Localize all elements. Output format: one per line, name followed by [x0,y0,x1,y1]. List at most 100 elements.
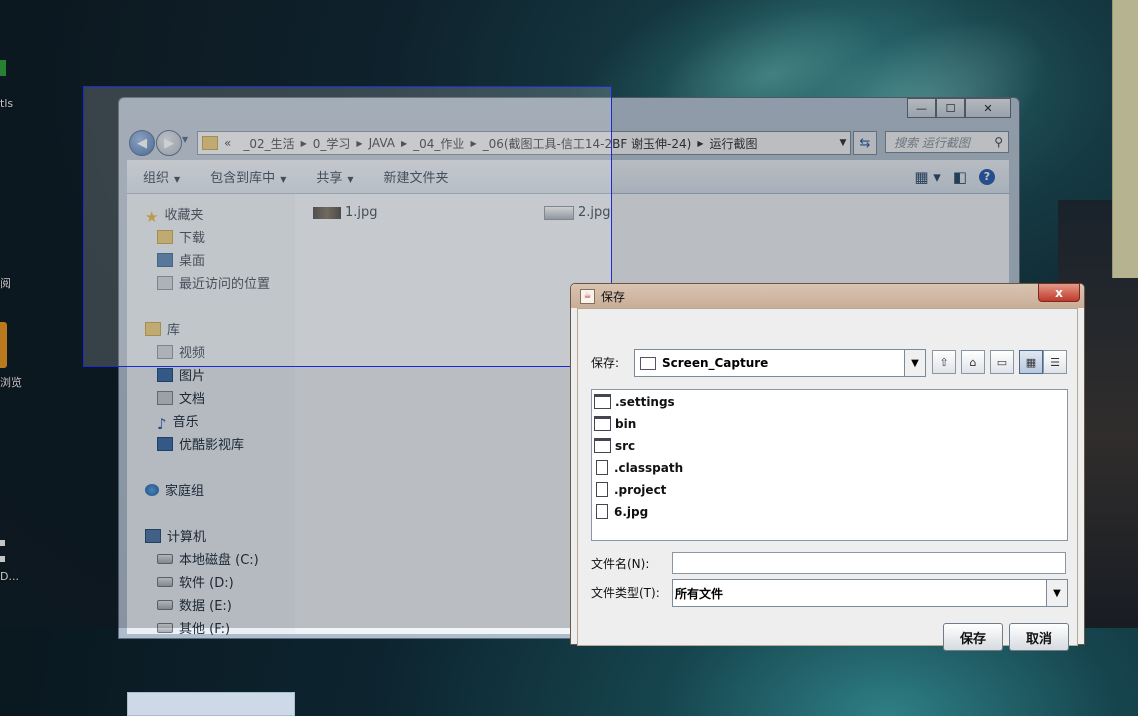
new-folder-button[interactable]: ▭ [990,350,1014,374]
sidebar-item-label: 图片 [179,369,206,384]
file-icon [596,482,608,497]
sidebar-item-drive-c[interactable]: 本地磁盘 (C:) [157,549,259,568]
filename-label: 文件名(N): [591,557,650,571]
desktop-icon[interactable] [0,540,5,546]
sidebar-item-label: 家庭组 [165,484,205,499]
help-icon[interactable]: ? [979,168,995,185]
home-icon: ⌂ [969,355,977,369]
item-name: bin [615,416,637,431]
sidebar-item-label: 优酷影视库 [179,438,245,453]
file-icon [596,460,608,475]
music-note-icon: ♪ [157,414,167,433]
sidebar-item-documents[interactable]: 文档 [157,388,205,407]
close-button[interactable]: ✕ [965,98,1011,118]
folder-icon [594,438,611,453]
list-item-file[interactable]: .project [594,482,666,497]
desktop-browser-icon[interactable] [0,322,7,368]
list-item-folder[interactable]: bin [594,416,636,431]
file-icon [596,504,608,519]
preview-pane-icon[interactable]: ◧ [953,168,967,186]
save-dialog: ☕ 保存 x 保存: Screen_Capture ▼ ⇧ ⌂ ▭ ▦ ☰ .s… [570,283,1085,651]
list-item-file[interactable]: .classpath [594,460,683,475]
selected-highlight [127,692,295,716]
address-dropdown-icon[interactable]: ▼ [836,138,850,148]
sidebar-item-drive-e[interactable]: 数据 (E:) [157,595,232,614]
view-options-icon[interactable]: ▦ ▾ [914,168,940,186]
desktop-icon-label[interactable]: 浏览 [0,374,22,390]
desktop-app-icon[interactable] [0,60,6,76]
item-name: .classpath [614,460,684,475]
desktop-icon-label[interactable]: 阅 [0,275,11,291]
desktop-icon[interactable] [0,556,5,562]
item-name: .project [614,482,667,497]
up-folder-icon: ⇧ [939,355,949,369]
folder-icon [640,356,656,370]
sidebar-item-label: 音乐 [172,415,199,430]
window-controls: — ☐ ✕ [907,98,1011,118]
sidebar-item-label: 本地磁盘 (C:) [179,553,259,568]
up-one-level-button[interactable]: ⇧ [932,350,956,374]
computer-icon [145,528,161,543]
dialog-title: 保存 [601,289,626,304]
details-view-button[interactable]: ☰ [1043,350,1067,374]
view-controls: ▦ ▾ ◧ ? [914,168,1009,186]
filetype-combobox[interactable]: 所有文件 ▼ [672,579,1068,607]
list-item-folder[interactable]: .settings [594,394,675,409]
refresh-icon: ⇆ [859,135,871,151]
item-name: src [615,438,636,453]
save-in-label: 保存: [591,356,620,370]
list-view-button[interactable]: ▦ [1019,350,1043,374]
drive-icon [157,599,173,610]
sidebar-item-youku[interactable]: 优酷影视库 [157,434,244,453]
homegroup-icon [145,483,159,496]
list-view-icon: ▦ [1025,355,1037,369]
breadcrumb-item-current[interactable]: 运行截图 [710,135,758,152]
sidebar-item-drive-d[interactable]: 软件 (D:) [157,572,234,591]
sidebar-item-pictures[interactable]: 图片 [157,365,205,384]
refresh-button[interactable]: ⇆ [853,131,877,155]
maximize-button[interactable]: ☐ [936,98,965,118]
dialog-file-list[interactable]: .settings bin src .classpath .project 6.… [591,389,1068,541]
sticky-note-window[interactable] [1112,0,1138,278]
sidebar-item-computer[interactable]: 计算机 [145,526,206,545]
details-view-icon: ☰ [1050,355,1060,369]
search-icon[interactable]: ⚲ [994,135,1003,149]
folder-icon [594,394,611,409]
picture-icon [157,367,173,382]
java-icon: ☕ [580,288,595,304]
filetype-label: 文件类型(T): [591,586,660,600]
save-in-combobox[interactable]: Screen_Capture ▼ [634,349,926,377]
chevron-down-icon[interactable]: ▼ [904,350,925,376]
desktop-icon-label[interactable]: tls [0,97,13,110]
desktop-icon-label[interactable]: D... [0,570,19,583]
cancel-button[interactable]: 取消 [1009,623,1069,651]
breadcrumb-separator-icon[interactable]: ▶ [697,139,703,148]
sidebar-item-label: 数据 (E:) [179,599,232,614]
sidebar-item-label: 软件 (D:) [179,576,234,591]
sidebar-item-label: 文档 [179,392,206,407]
minimize-button[interactable]: — [907,98,936,118]
search-input[interactable]: 搜索 运行截图 ⚲ [885,131,1009,153]
home-button[interactable]: ⌂ [961,350,985,374]
chevron-down-icon[interactable]: ▼ [1046,580,1067,606]
list-item-file[interactable]: 6.jpg [594,504,648,519]
search-placeholder: 搜索 运行截图 [894,135,970,150]
filename-input[interactable] [672,552,1066,574]
save-button[interactable]: 保存 [943,623,1003,651]
drive-icon [157,576,173,587]
dialog-close-button[interactable]: x [1038,283,1080,302]
filetype-value: 所有文件 [675,586,724,601]
list-item-folder[interactable]: src [594,438,635,453]
sidebar-item-label: 计算机 [167,530,207,545]
windows-drive-icon [157,553,173,564]
youku-library-icon [157,436,173,451]
item-name: 6.jpg [614,504,649,519]
sidebar-item-homegroup[interactable]: 家庭组 [145,480,204,499]
sidebar-item-music[interactable]: ♪ 音乐 [157,411,199,433]
document-icon [157,390,173,405]
item-name: .settings [615,394,675,409]
new-folder-icon: ▭ [996,355,1008,369]
dialog-body: 保存: Screen_Capture ▼ ⇧ ⌂ ▭ ▦ ☰ .settings… [577,308,1078,651]
dialog-title-bar[interactable]: ☕ 保存 x [571,283,1084,308]
capture-selection-rectangle[interactable] [83,86,612,367]
